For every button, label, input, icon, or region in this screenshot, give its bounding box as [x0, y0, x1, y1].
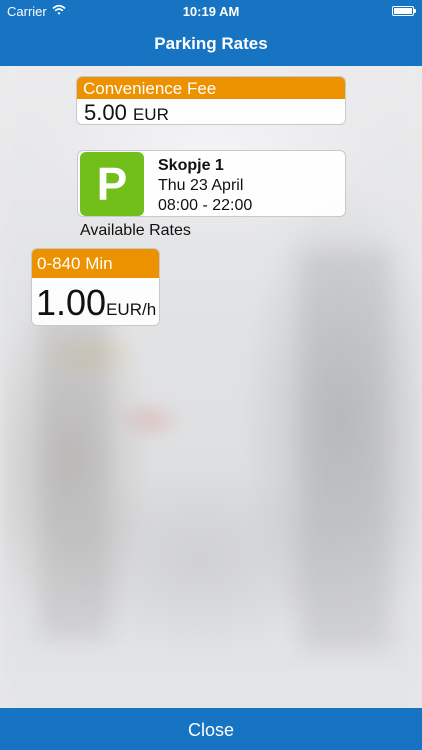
background-building-shape	[40, 280, 110, 640]
parking-p-icon: P	[80, 152, 144, 216]
convenience-fee-card: Convenience Fee 5.00 EUR	[76, 76, 346, 125]
status-time: 10:19 AM	[182, 4, 240, 19]
battery-icon	[392, 6, 416, 16]
parking-rates-screen: Carrier 10:19 AM Parking Rates Convenien…	[0, 0, 422, 750]
rate-value: 1.00EUR/h	[32, 278, 159, 324]
rate-card[interactable]: 0-840 Min 1.00EUR/h	[31, 248, 160, 326]
zone-hours: 08:00 - 22:00	[158, 197, 253, 214]
close-button[interactable]: Close	[0, 708, 422, 750]
status-bar: Carrier 10:19 AM	[0, 0, 422, 22]
rate-unit: EUR/h	[106, 300, 157, 319]
available-rates-label: Available Rates	[80, 222, 191, 239]
convenience-fee-currency: EUR	[132, 105, 169, 124]
parking-zone-card: P Skopje 1 Thu 23 April 08:00 - 22:00	[77, 150, 346, 217]
convenience-fee-label: Convenience Fee	[77, 77, 345, 99]
top-bar: Carrier 10:19 AM Parking Rates	[0, 0, 422, 66]
rate-price: 1.00	[36, 282, 107, 323]
background-building-shape	[300, 250, 390, 650]
convenience-fee-value: 5.00 EUR	[77, 99, 345, 125]
zone-date: Thu 23 April	[158, 177, 244, 194]
convenience-fee-amount: 5.00	[84, 100, 127, 125]
zone-name: Skopje 1	[158, 157, 224, 174]
page-title: Parking Rates	[154, 34, 268, 53]
rate-range-label: 0-840 Min	[32, 249, 159, 278]
